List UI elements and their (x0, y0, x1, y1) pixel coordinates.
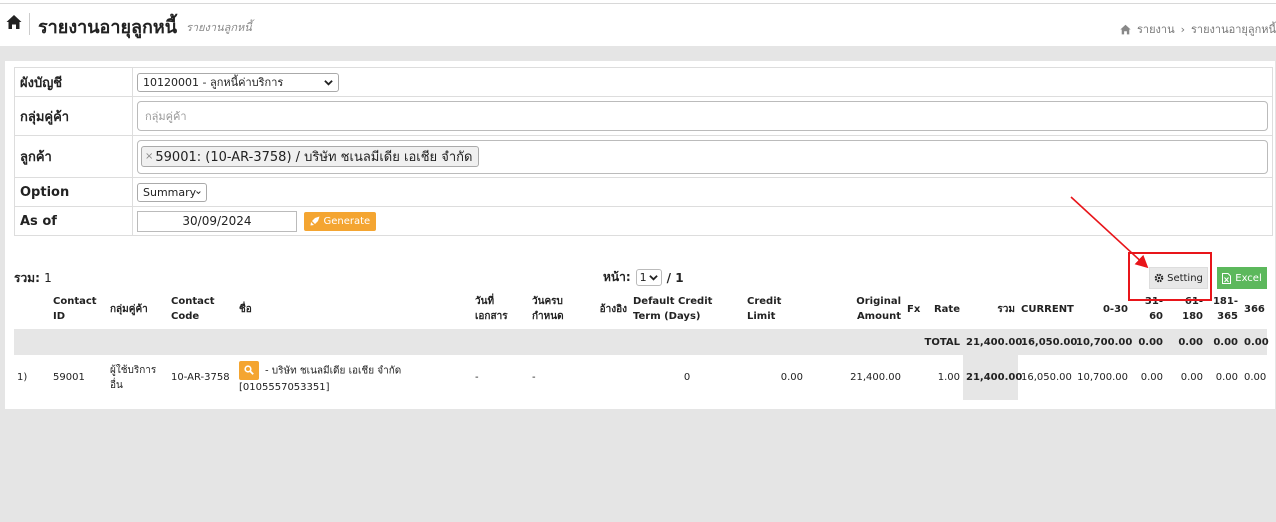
annotation-overlay (1070, 196, 1212, 301)
annotation-highlight-box (1128, 252, 1212, 301)
annotation-arrow (1070, 196, 1149, 269)
